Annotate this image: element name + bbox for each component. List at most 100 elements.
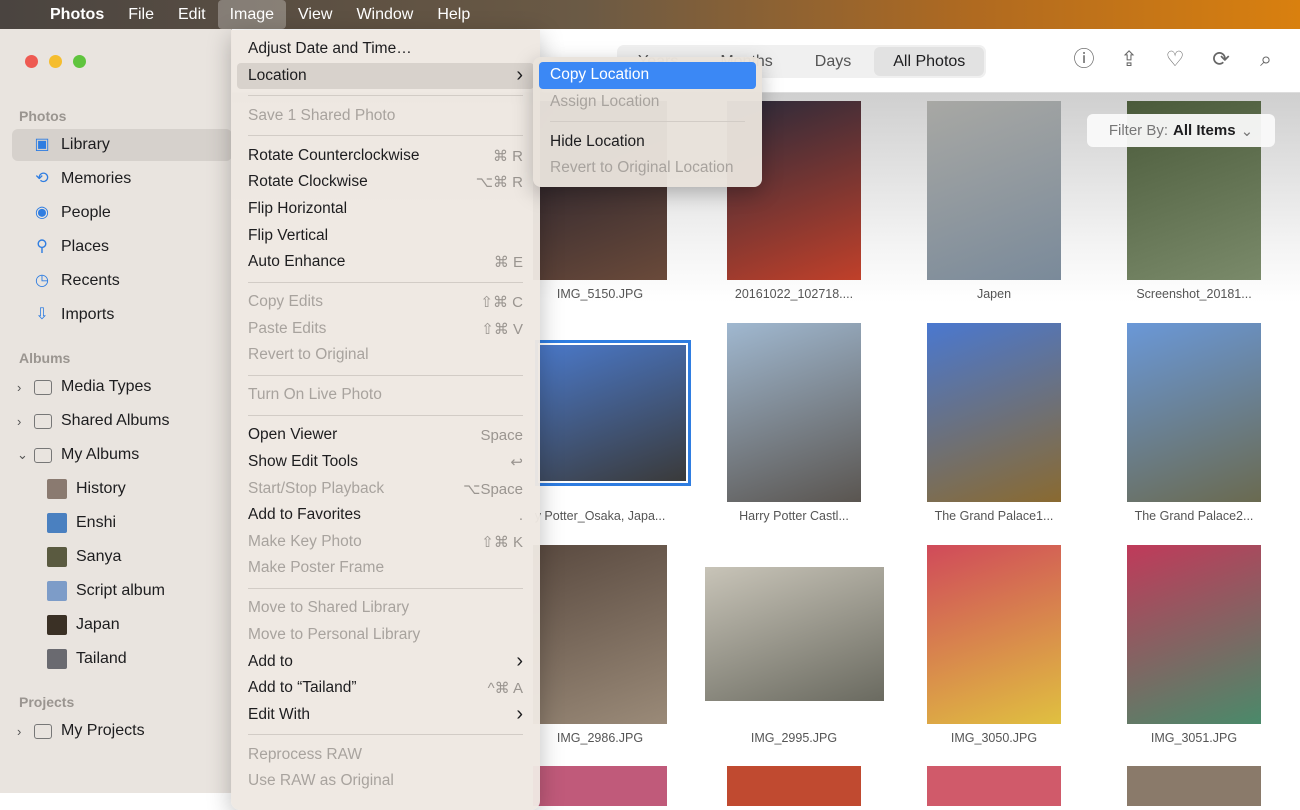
album-thumbnail-icon bbox=[47, 649, 67, 669]
info-icon[interactable]: ⓘ bbox=[1071, 47, 1097, 73]
menu-item-copy-location[interactable]: Copy Location bbox=[539, 62, 756, 89]
sidebar-item-imports[interactable]: ⇩ Imports bbox=[12, 299, 232, 331]
menu-item-add-to[interactable]: Add to › bbox=[237, 648, 534, 675]
photo-thumbnail[interactable] bbox=[1127, 545, 1261, 724]
menu-item-shortcut: Space bbox=[480, 426, 523, 444]
sidebar-item-label: Media Types bbox=[61, 378, 152, 395]
tab-all-photos[interactable]: All Photos bbox=[874, 47, 985, 76]
sidebar-item-people[interactable]: ◉ People bbox=[12, 197, 232, 229]
sidebar-item-japan[interactable]: Japan bbox=[12, 609, 232, 641]
photo-thumbnail[interactable] bbox=[927, 323, 1061, 502]
menu-item-label: Add to Favorites bbox=[248, 506, 361, 524]
photo-thumbnail[interactable] bbox=[533, 766, 667, 806]
filter-value: All Items bbox=[1173, 122, 1236, 139]
folder-icon bbox=[34, 723, 52, 739]
tab-days[interactable]: Days bbox=[796, 47, 870, 76]
apple-menu-icon[interactable] bbox=[0, 0, 38, 29]
sidebar-item-label: Places bbox=[61, 238, 110, 255]
divider bbox=[248, 281, 523, 283]
menu-item-rotate-counterclockwise[interactable]: Rotate Counterclockwise ⌘ R bbox=[237, 143, 534, 170]
menu-item-flip-horizontal[interactable]: Flip Horizontal bbox=[237, 196, 534, 223]
photo-thumbnail[interactable] bbox=[927, 545, 1061, 724]
sidebar-item-library[interactable]: ▣ Library bbox=[12, 129, 232, 161]
filter-label: Filter By: bbox=[1108, 122, 1169, 139]
menu-item-shortcut: ^⌘ A bbox=[487, 680, 523, 698]
menu-photos[interactable]: Photos bbox=[38, 0, 116, 29]
menu-item-auto-enhance[interactable]: Auto Enhance ⌘ E bbox=[237, 249, 534, 276]
memories-icon: ⟲ bbox=[35, 170, 49, 187]
rotate-icon[interactable]: ⟳ bbox=[1208, 47, 1234, 73]
menu-item-add-to-favorites[interactable]: Add to Favorites. bbox=[237, 502, 534, 529]
close-button[interactable] bbox=[25, 55, 38, 68]
photo-thumbnail[interactable] bbox=[727, 766, 861, 806]
menu-item-edit-with[interactable]: Edit With › bbox=[237, 701, 534, 728]
menu-view[interactable]: View bbox=[286, 0, 344, 29]
menu-file[interactable]: File bbox=[116, 0, 166, 29]
sidebar-item-label: My Projects bbox=[61, 722, 145, 739]
heart-icon[interactable]: ♡ bbox=[1162, 47, 1188, 73]
menu-item-shortcut: ↩ bbox=[510, 453, 523, 471]
menu-item-add-to-tailand[interactable]: Add to “Tailand” ^⌘ A bbox=[237, 675, 534, 702]
photo-thumbnail[interactable] bbox=[927, 766, 1061, 806]
chevron-right-icon[interactable]: › bbox=[17, 414, 21, 429]
sidebar-item-recents[interactable]: ◷ Recents bbox=[12, 265, 232, 297]
minimize-button[interactable] bbox=[49, 55, 62, 68]
photo-thumbnail[interactable] bbox=[1127, 766, 1261, 806]
sidebar-item-shared-albums[interactable]: › Shared Albums bbox=[12, 405, 232, 437]
menu-item-rotate-clockwise[interactable]: Rotate Clockwise ⌥⌘ R bbox=[237, 169, 534, 196]
photo-thumbnail[interactable] bbox=[727, 323, 861, 502]
menu-item-save-1-shared-photo: Save 1 Shared Photo bbox=[237, 103, 534, 130]
photo-thumbnail[interactable] bbox=[535, 340, 691, 486]
menu-separator bbox=[237, 728, 534, 741]
menu-item-location[interactable]: Location › bbox=[237, 62, 534, 90]
menu-image[interactable]: Image bbox=[217, 0, 287, 29]
menu-item-label: Reprocess RAW bbox=[248, 745, 362, 763]
menu-help[interactable]: Help bbox=[425, 0, 482, 29]
menu-item-label: Make Key Photo bbox=[248, 532, 362, 550]
sidebar-item-places[interactable]: ⚲ Places bbox=[12, 231, 232, 263]
menu-item-shortcut: ⌘ E bbox=[493, 254, 523, 272]
chevron-down-icon[interactable]: ⌄ bbox=[17, 447, 28, 463]
sidebar-item-label: Memories bbox=[61, 170, 132, 187]
album-thumbnail-icon bbox=[47, 479, 67, 499]
menu-window[interactable]: Window bbox=[344, 0, 425, 29]
divider bbox=[248, 135, 523, 137]
chevron-right-icon[interactable]: › bbox=[17, 724, 21, 739]
chevron-right-icon[interactable]: › bbox=[17, 380, 21, 395]
photo-caption: The Grand Palace1... bbox=[934, 509, 1054, 523]
sidebar-item-media-types[interactable]: › Media Types bbox=[12, 371, 232, 403]
sidebar-item-tailand[interactable]: Tailand bbox=[12, 643, 232, 675]
chevron-right-icon: › bbox=[516, 64, 523, 87]
sidebar-item-my-projects[interactable]: › My Projects bbox=[12, 715, 232, 747]
divider bbox=[248, 587, 523, 589]
photo-thumbnail[interactable] bbox=[705, 567, 884, 701]
menu-separator bbox=[237, 276, 534, 289]
menu-edit[interactable]: Edit bbox=[166, 0, 218, 29]
menu-item-adjust-date-and-time[interactable]: Adjust Date and Time… bbox=[237, 36, 534, 63]
menu-item-label: Save 1 Shared Photo bbox=[248, 106, 396, 124]
photo-thumbnail[interactable] bbox=[1127, 323, 1261, 502]
sidebar-item-script-album[interactable]: Script album bbox=[12, 575, 232, 607]
menu-separator bbox=[237, 582, 534, 595]
menu-item-flip-vertical[interactable]: Flip Vertical bbox=[237, 222, 534, 249]
search-icon[interactable]: ⌕ bbox=[1253, 47, 1279, 73]
album-thumbnail-icon bbox=[47, 547, 67, 567]
photo-thumbnail[interactable] bbox=[927, 101, 1061, 280]
sidebar-item-my-albums[interactable]: ⌄ My Albums bbox=[12, 439, 232, 471]
sidebar-item-memories[interactable]: ⟲ Memories bbox=[12, 163, 232, 195]
sidebar-item-label: Library bbox=[61, 136, 110, 153]
sidebar-item-history[interactable]: History bbox=[12, 473, 232, 505]
menu-item-show-edit-tools[interactable]: Show Edit Tools ↩ bbox=[237, 449, 534, 476]
sidebar-item-sanya[interactable]: Sanya bbox=[12, 541, 232, 573]
menu-item-reprocess-raw: Reprocess RAW bbox=[237, 741, 534, 768]
photo-thumbnail[interactable] bbox=[533, 545, 667, 724]
menu-item-shortcut: ⌥Space bbox=[463, 480, 523, 498]
menu-item-hide-location[interactable]: Hide Location bbox=[539, 129, 756, 156]
menu-item-revert-to-original-location: Revert to Original Location bbox=[539, 155, 756, 182]
sidebar-item-enshi[interactable]: Enshi bbox=[12, 507, 232, 539]
menu-item-open-viewer[interactable]: Open Viewer Space bbox=[237, 422, 534, 449]
menu-item-assign-location: Assign Location bbox=[539, 89, 756, 116]
share-icon[interactable]: ⇪ bbox=[1116, 47, 1142, 73]
zoom-button[interactable] bbox=[73, 55, 86, 68]
filter-dropdown[interactable]: Filter By: All Items ⌄ bbox=[1087, 114, 1275, 147]
